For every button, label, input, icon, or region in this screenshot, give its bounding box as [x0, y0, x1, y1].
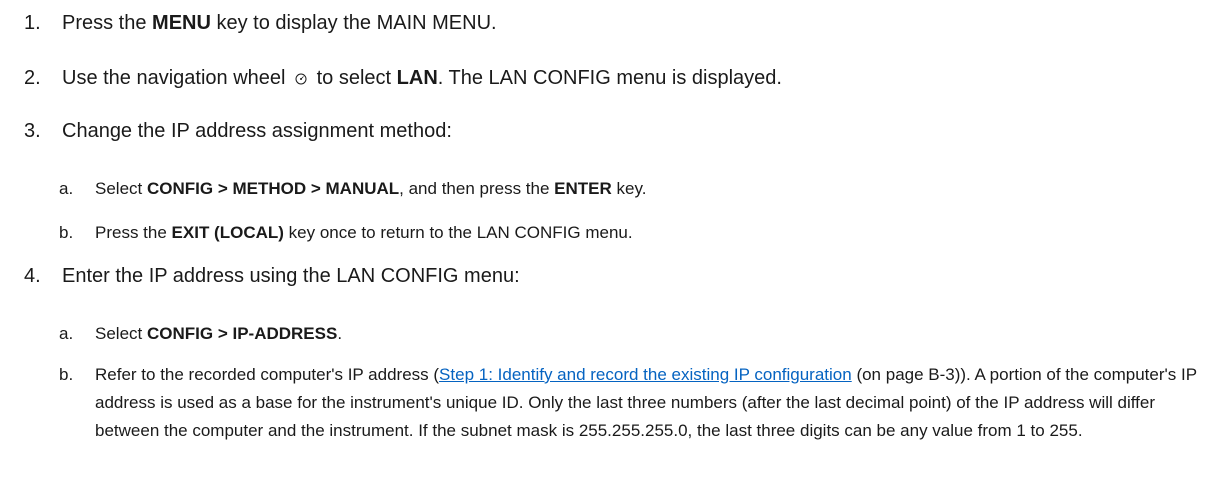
- substep-text: Refer to the recorded computer's IP addr…: [95, 365, 1197, 440]
- step-number: 1.: [24, 12, 41, 34]
- step-text: Press the MENU key to display the MAIN M…: [62, 12, 497, 34]
- step-text: Enter the IP address using the LAN CONFI…: [62, 265, 520, 287]
- step-number: 4.: [24, 265, 41, 287]
- step-text: Use the navigation wheel to select LAN. …: [62, 67, 782, 89]
- substep-text: Select CONFIG > IP-ADDRESS.: [95, 324, 343, 343]
- substep-4b: b. Refer to the recorded computer's IP a…: [59, 361, 1205, 445]
- substep-letter: b.: [59, 223, 74, 242]
- substep-letter: a.: [59, 179, 74, 198]
- substep-text: Press the EXIT (LOCAL) key once to retur…: [95, 223, 633, 242]
- step-text: Change the IP address assignment method:: [62, 120, 452, 142]
- step-number: 3.: [24, 120, 41, 142]
- substep-letter: a.: [59, 324, 74, 343]
- substep-letter: b.: [59, 365, 74, 384]
- lan-label: LAN: [396, 67, 438, 89]
- substep-text: Select CONFIG > METHOD > MANUAL, and the…: [95, 179, 647, 198]
- step-number: 2.: [24, 67, 41, 89]
- cross-reference-link[interactable]: Step 1: Identify and record the existing…: [439, 365, 852, 384]
- navigation-wheel-icon: [295, 73, 307, 85]
- menu-key-label: MENU: [152, 12, 211, 34]
